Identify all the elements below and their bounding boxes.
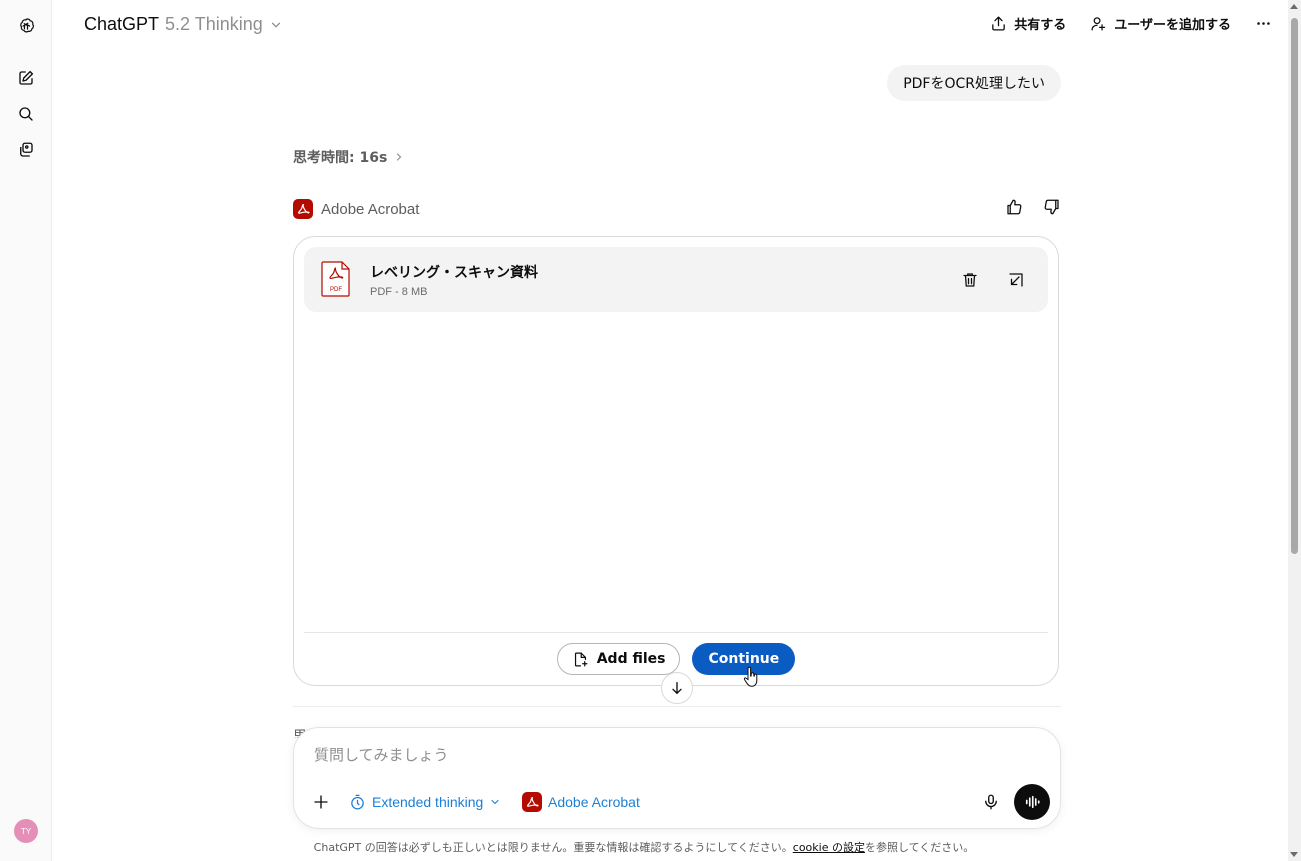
extended-thinking-pill[interactable]: Extended thinking [349,790,501,814]
plus-icon [314,795,328,809]
search-icon[interactable] [13,101,39,127]
content-separator [293,706,1061,707]
prompt-input[interactable] [314,743,1014,767]
model-selector[interactable]: ChatGPT 5.2 Thinking [84,14,283,35]
timer-icon [351,794,364,810]
disclaimer: ChatGPT の回答は必ずしも正しいとは限りません。重要な情報は確認するように… [0,839,1288,855]
user-message-bubble: PDFをOCR処理したい [887,65,1061,101]
microphone-icon [985,794,997,810]
thumbs-down-icon[interactable] [1043,198,1061,216]
voice-mode-button[interactable] [1014,784,1050,820]
scroll-down-arrow[interactable] [1290,852,1298,857]
arrow-down-icon [672,682,682,695]
library-icon[interactable] [13,137,39,163]
disclaimer-text-pre: ChatGPT の回答は必ずしも正しいとは限りません。重要な情報は確認するように… [313,841,793,854]
acrobat-file-card: PDF レベリング・スキャン資料 PDF - 8 MB Add files Co… [293,236,1059,686]
open-file-button[interactable] [1005,269,1027,291]
thumbs-up-icon[interactable] [1005,198,1023,216]
app-header: Adobe Acrobat [293,198,1061,220]
extended-thinking-label: Extended thinking [372,794,484,810]
adobe-acrobat-logo-icon [293,199,313,219]
add-user-button[interactable]: ユーザーを追加する [1090,14,1231,33]
openai-logo-icon[interactable] [13,13,39,39]
hand-cursor-icon [743,666,758,687]
scroll-up-arrow[interactable] [1290,4,1298,9]
attach-button[interactable] [310,791,332,813]
share-label: 共有する [1014,18,1067,33]
add-user-icon [1091,17,1106,31]
top-header: ChatGPT 5.2 Thinking 共有する ユーザーを追加する [52,0,1288,52]
adobe-acrobat-logo-icon [522,792,542,812]
sidebar: TY [0,0,52,861]
model-version: 5.2 Thinking [165,14,263,34]
add-file-icon [574,652,588,666]
model-name: ChatGPT [84,14,160,34]
disclaimer-text-post: を参照してください。 [864,841,975,854]
delete-file-button[interactable] [959,269,981,291]
app-name: Adobe Acrobat [321,200,420,218]
share-icon [992,16,1006,31]
chevron-right-icon [397,153,402,161]
file-name: レベリング・スキャン資料 [370,265,538,281]
scroll-thumb[interactable] [1291,18,1298,554]
thinking-time-toggle[interactable]: 思考時間: 16s [293,147,405,167]
chevron-down-icon [491,799,499,805]
pdf-icon-label: PDF [330,287,342,293]
chevron-down-icon [271,22,280,28]
new-chat-icon[interactable] [13,65,39,91]
dictate-button[interactable] [980,791,1002,813]
add-files-label: Add files [596,651,666,667]
voice-waveform-icon [1025,795,1040,809]
pdf-file-icon: PDF [321,261,350,297]
thinking-label: 思考時間: 16s [293,150,388,166]
message-composer: Extended thinking Adobe Acrobat [293,727,1061,829]
file-row[interactable]: PDF レベリング・スキャン資料 PDF - 8 MB [304,247,1048,312]
more-horizontal-icon [1257,22,1270,25]
scroll-to-bottom-button[interactable] [661,672,693,704]
acrobat-app-label: Adobe Acrobat [548,794,640,810]
add-user-label: ユーザーを追加する [1114,18,1231,33]
card-divider [304,632,1048,633]
share-button[interactable]: 共有する [990,14,1066,33]
more-options-button[interactable] [1255,15,1272,32]
cookie-settings-link[interactable]: cookie の設定 [793,841,865,854]
acrobat-app-pill[interactable]: Adobe Acrobat [522,790,640,814]
trash-icon [963,273,977,287]
page-scrollbar[interactable] [1288,0,1301,861]
add-files-button[interactable]: Add files [556,643,681,675]
file-meta: PDF - 8 MB [370,286,428,298]
open-external-icon [1009,273,1023,287]
